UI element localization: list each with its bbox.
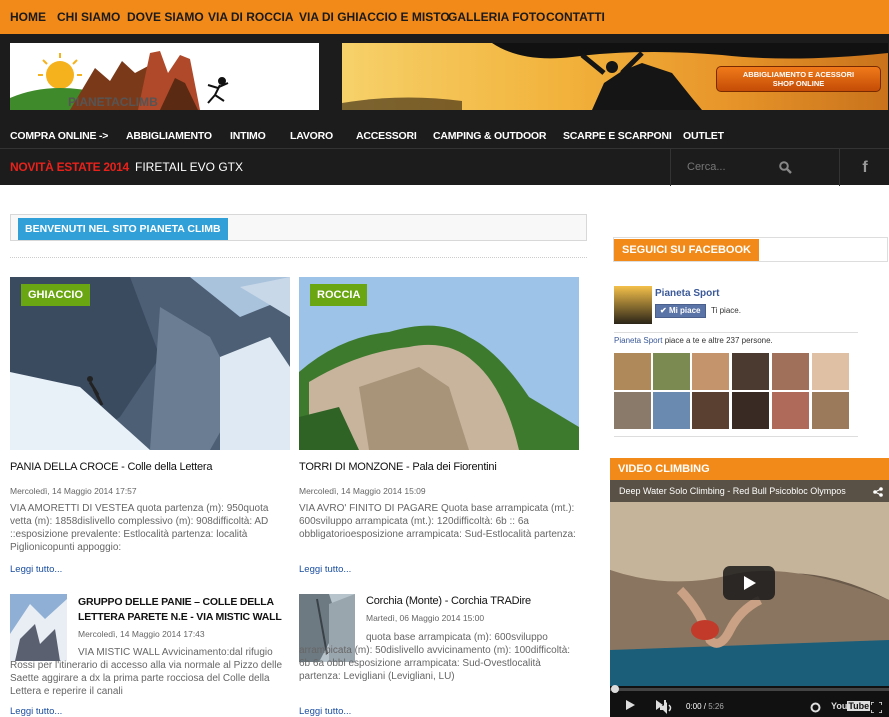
header: PIANETACLIMB ABBIGLIAMENTO E ACESSORI SH… [0,34,889,186]
article-title[interactable]: GRUPPO DELLE PANIE – COLLE DELLA LETTERA… [78,595,282,625]
video-duration: 5:26 [708,702,724,711]
shop-banner[interactable]: ABBIGLIAMENTO E ACESSORI SHOP ONLINE [342,43,888,110]
cat-camping-outdoor[interactable]: CAMPING & OUTDOOR [433,130,546,142]
cat-intimo[interactable]: INTIMO [230,130,266,142]
article-title-line2: LETTERA PARETE N.E - VIA MISTIC WALL [78,611,282,623]
fan-avatar[interactable] [614,392,651,429]
like-button-label: Mi piace [668,306,701,315]
settings-icon[interactable] [810,702,821,713]
article-excerpt: VIA AMORETTI DI VESTEA quota partenza (m… [10,503,269,553]
logo-text: PIANETACLIMB [68,95,158,109]
article-excerpt: quota base arrampicata (m): 600sviluppo … [299,632,571,682]
like-count-text: piace a te e altre 237 persone. [662,336,773,345]
ticker-link[interactable]: FIRETAIL EVO GTX [135,160,243,174]
like-button[interactable]: ✔ Mi piace [655,304,706,318]
article-excerpt: VIA AVRO' FINITO DI PAGARE Quota base ar… [299,503,576,540]
video-heading: VIDEO CLIMBING [610,458,889,480]
article-image-pania[interactable]: GHIACCIO [10,277,290,450]
search-box[interactable]: Cerca... [670,149,840,186]
like-count: Pianeta Sport piace a te e altre 237 per… [614,336,773,345]
facebook-widget-header: SEGUICI SU FACEBOOK [613,237,888,262]
video-frame[interactable] [610,480,889,717]
read-more-link[interactable]: Leggi tutto... [299,564,351,575]
cat-outlet[interactable]: OUTLET [683,130,724,142]
liked-status: Ti piace. [711,306,741,315]
facebook-heading: SEGUICI SU FACEBOOK [614,239,759,261]
site-logo[interactable]: PIANETACLIMB [10,43,319,110]
article-title[interactable]: TORRI DI MONZONE - Pala dei Fiorentini [299,461,497,473]
youtube-logo[interactable]: YouTube [831,701,871,711]
like-count-name[interactable]: Pianeta Sport [614,336,662,345]
fan-avatar[interactable] [772,392,809,429]
video-widget: VIDEO CLIMBING Deep Water Solo Climbing … [610,458,889,717]
ticker-label: NOVITÀ ESTATE 2014 [10,160,129,174]
cat-abbigliamento[interactable]: ABBIGLIAMENTO [126,130,212,142]
read-more-link[interactable]: Leggi tutto... [10,706,62,717]
fan-avatar[interactable] [653,392,690,429]
divider [614,436,858,437]
video-time: 0:00 / 5:26 [686,702,724,711]
logo-graphic: PIANETACLIMB [10,43,319,110]
category-tag[interactable]: GHIACCIO [21,284,90,306]
video-current-time: 0:00 [686,702,702,711]
article-excerpt: VIA MISTIC WALL Avvicinamento:dal rifugi… [10,647,283,697]
divider [614,332,858,333]
top-nav: HOME CHI SIAMO DOVE SIAMO VIA DI ROCCIA … [0,0,889,34]
nav-home[interactable]: HOME [10,10,46,24]
cat-lavoro[interactable]: LAVORO [290,130,333,142]
divider [10,257,587,258]
category-tag[interactable]: ROCCIA [310,284,368,306]
cat-compra-online[interactable]: COMPRA ONLINE -> [10,130,108,142]
nav-via-ghiaccio[interactable]: VIA DI GHIACCIO E MISTO [299,10,450,24]
article-image-monzone[interactable]: ROCCIA [299,277,579,450]
welcome-bar: BENVENUTI NEL SITO PIANETA CLIMB [10,214,587,241]
article-title-line1: GRUPPO DELLE PANIE – COLLE DELLA [78,596,274,608]
article-date: Mercoledì, 14 Maggio 2014 17:43 [78,629,205,639]
ticker-row: NOVITÀ ESTATE 2014 FIRETAIL EVO GTX Cerc… [0,148,889,186]
fan-avatar[interactable] [692,392,729,429]
cat-scarpe-scarponi[interactable]: SCARPE E SCARPONI [563,130,672,142]
nav-contatti[interactable]: CONTATTI [546,10,605,24]
page-name[interactable]: Pianeta Sport [655,288,719,299]
fan-avatar[interactable] [812,392,849,429]
fullscreen-icon[interactable] [871,702,882,713]
fan-avatar[interactable] [653,353,690,390]
article-date: Mercoledì, 14 Maggio 2014 15:09 [299,486,426,496]
fan-avatar[interactable] [772,353,809,390]
nav-chi-siamo[interactable]: CHI SIAMO [57,10,120,24]
search-icon[interactable] [779,161,792,174]
read-more-link[interactable]: Leggi tutto... [299,706,351,717]
article-title[interactable]: PANIA DELLA CROCE - Colle della Lettera [10,461,213,473]
fan-avatar[interactable] [732,392,769,429]
fan-avatar[interactable] [812,353,849,390]
fan-avatar[interactable] [692,353,729,390]
volume-icon[interactable] [660,702,674,714]
nav-via-di-roccia[interactable]: VIA DI ROCCIA [208,10,294,24]
page-avatar[interactable] [614,286,652,324]
video-title[interactable]: Deep Water Solo Climbing - Red Bull Psic… [619,486,846,496]
fan-avatar[interactable] [614,353,651,390]
search-input[interactable]: Cerca... [687,161,726,173]
article-date: Mercoledì, 14 Maggio 2014 17:57 [10,486,137,496]
shop-button-line2: SHOP ONLINE [772,79,825,88]
article-title[interactable]: Corchia (Monte) - Corchia TRADire [366,595,531,607]
read-more-link[interactable]: Leggi tutto... [10,564,62,575]
shop-button-line1: ABBIGLIAMENTO E ACESSORI [742,70,855,79]
nav-dove-siamo[interactable]: DOVE SIAMO [127,10,204,24]
nav-galleria-foto[interactable]: GALLERIA FOTO [448,10,545,24]
shop-online-button[interactable]: ABBIGLIAMENTO E ACESSORI SHOP ONLINE [716,66,881,92]
share-icon[interactable] [873,487,883,497]
article-date: Martedì, 06 Maggio 2014 15:00 [366,613,485,623]
fan-avatar[interactable] [732,353,769,390]
facebook-icon[interactable]: f [841,149,889,186]
cat-accessori[interactable]: ACCESSORI [356,130,417,142]
welcome-title: BENVENUTI NEL SITO PIANETA CLIMB [18,218,228,240]
